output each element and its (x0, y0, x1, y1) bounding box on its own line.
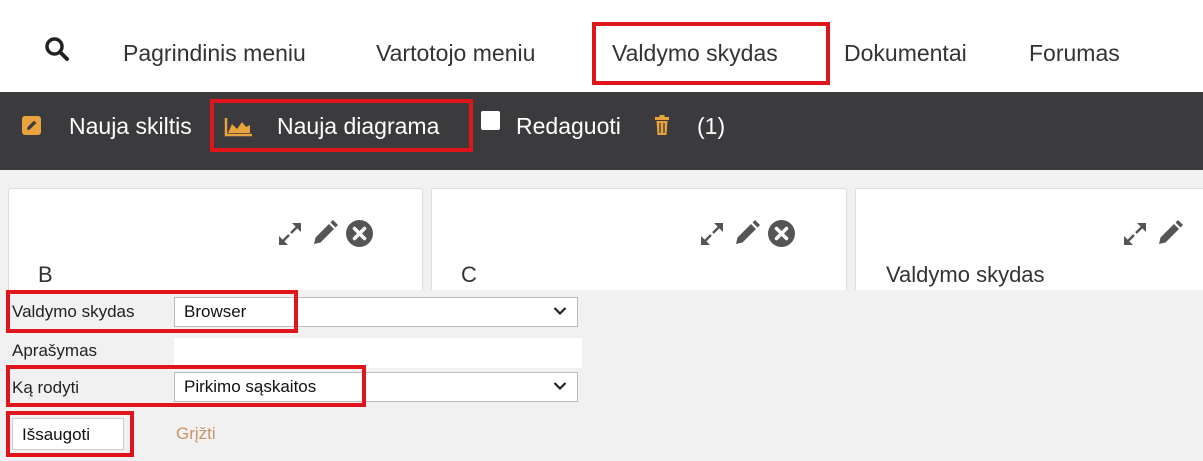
pencil-icon[interactable] (733, 220, 760, 247)
edit-square-icon (22, 116, 41, 135)
search-icon[interactable] (44, 36, 70, 62)
show-field-label: Ką rodyti (12, 378, 80, 397)
save-button-label: Išsaugoti (22, 425, 91, 444)
chevron-down-icon (553, 307, 567, 316)
dashboard-select-value: Browser (184, 302, 247, 321)
close-circle-icon[interactable] (767, 219, 796, 248)
trash-count: (1) (697, 113, 726, 139)
column-title: B (38, 262, 53, 287)
new-column-button[interactable]: Nauja skiltis (69, 113, 192, 140)
nav-item-main-menu[interactable]: Pagrindinis meniu (123, 40, 306, 67)
right-panel (815, 290, 1203, 461)
dashboard-field-label: Valdymo skydas (12, 302, 135, 321)
description-field-label: Aprašymas (12, 341, 98, 360)
description-input[interactable] (174, 338, 582, 368)
show-select-value: Pirkimo sąskaitos (184, 377, 317, 396)
expand-icon[interactable] (698, 220, 726, 248)
back-link[interactable]: Grįžti (176, 424, 216, 444)
nav-item-user-menu[interactable]: Vartotojo meniu (376, 40, 535, 67)
save-button[interactable]: Išsaugoti (12, 418, 124, 450)
trash-icon[interactable] (654, 115, 670, 135)
pencil-icon[interactable] (311, 220, 338, 247)
area-chart-icon (224, 118, 252, 137)
new-chart-button[interactable]: Nauja diagrama (277, 113, 439, 140)
show-select[interactable]: Pirkimo sąskaitos (174, 372, 578, 402)
column-title: C (461, 262, 477, 287)
dashboard-select[interactable]: Browser (174, 297, 578, 327)
pencil-icon[interactable] (1156, 220, 1183, 247)
expand-icon[interactable] (276, 220, 304, 248)
top-navigation: Pagrindinis meniu Vartotojo meniu Valdym… (0, 0, 1203, 92)
nav-item-forums[interactable]: Forumas (1029, 40, 1120, 67)
close-circle-icon[interactable] (345, 219, 374, 248)
nav-item-dashboard[interactable]: Valdymo skydas (612, 40, 778, 67)
column-title: Valdymo skydas (886, 262, 1045, 287)
edit-checkbox[interactable] (481, 111, 500, 130)
dashboard-toolbar: Nauja skiltis Nauja diagrama Redaguoti (… (0, 92, 1203, 170)
expand-icon[interactable] (1121, 220, 1149, 248)
edit-toggle-label: Redaguoti (516, 113, 621, 139)
nav-item-documents[interactable]: Dokumentai (844, 40, 967, 67)
chevron-down-icon (553, 382, 567, 391)
